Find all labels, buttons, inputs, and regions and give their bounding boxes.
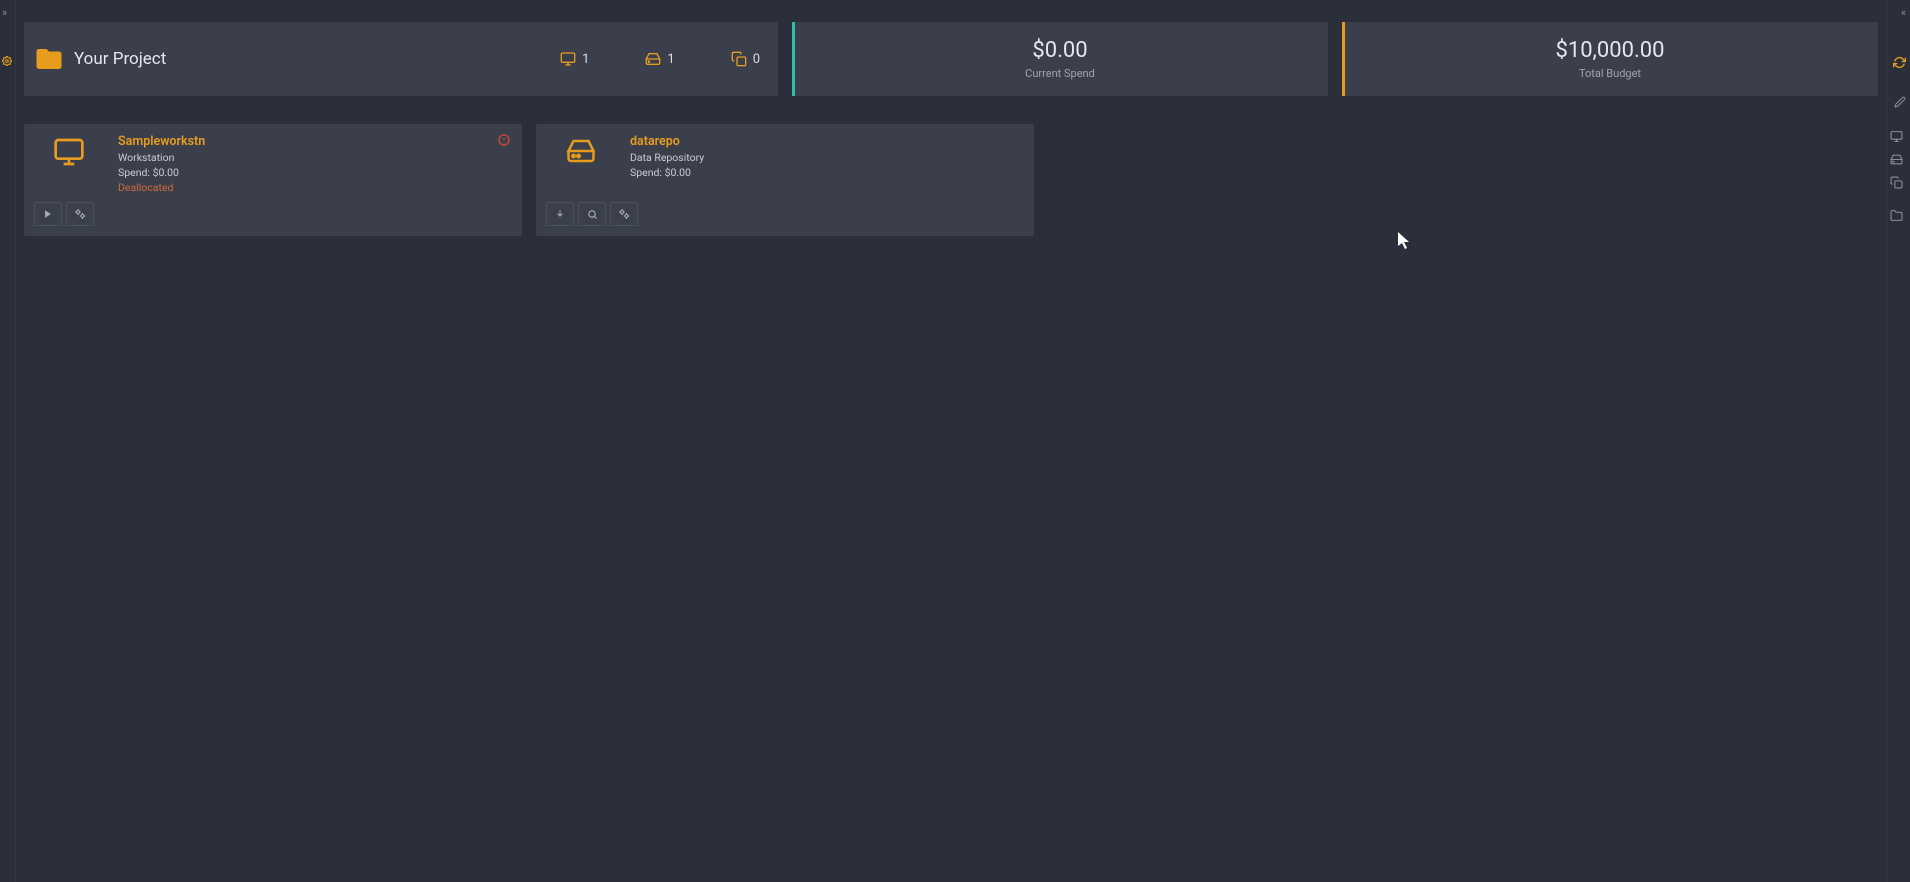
card-status: Deallocated — [118, 181, 508, 194]
play-icon — [43, 209, 53, 219]
clone-count: 0 — [731, 51, 760, 67]
clone-icon — [1890, 176, 1906, 189]
resource-cards-row: Sampleworkstn Workstation Spend: $0.00 D… — [16, 96, 1886, 236]
project-summary-panel: Your Project 1 1 — [24, 22, 778, 96]
start-button[interactable] — [34, 202, 62, 226]
current-spend-panel: $0.00 Current Spend — [792, 22, 1328, 96]
left-rail-settings-button[interactable] — [2, 56, 12, 66]
cogs-icon — [618, 208, 630, 220]
workstation-card: Sampleworkstn Workstation Spend: $0.00 D… — [24, 124, 522, 236]
add-workstation-button[interactable] — [1890, 130, 1906, 143]
gear-icon — [2, 56, 12, 66]
pencil-icon — [1894, 96, 1906, 108]
card-spend: Spend: $0.00 — [630, 166, 1020, 179]
main-content: Your Project 1 1 — [16, 0, 1886, 882]
drive-icon — [564, 136, 598, 166]
card-spend: Spend: $0.00 — [118, 166, 508, 179]
monitor-icon — [1890, 130, 1906, 143]
folder-open-button[interactable] — [1890, 209, 1906, 222]
refresh-icon — [1893, 56, 1906, 69]
card-icon — [546, 134, 616, 194]
expand-right-sidebar-button[interactable]: « — [1901, 6, 1906, 19]
drive-icon — [645, 51, 661, 67]
chevron-left-icon: « — [1901, 6, 1906, 19]
add-repo-button[interactable] — [1890, 153, 1906, 166]
monitor-icon — [560, 51, 576, 67]
search-icon — [587, 209, 598, 220]
card-type: Workstation — [118, 151, 508, 164]
card-title[interactable]: Sampleworkstn — [118, 134, 508, 149]
monitor-icon — [51, 136, 87, 168]
card-actions — [34, 202, 508, 226]
project-stats: 1 1 0 — [560, 51, 760, 67]
card-actions — [546, 202, 1020, 226]
refresh-button[interactable] — [1893, 56, 1906, 69]
project-title: Your Project — [74, 49, 166, 69]
chevron-right-icon: » — [2, 6, 7, 19]
drive-icon — [1890, 153, 1906, 166]
card-title[interactable]: datarepo — [630, 134, 1020, 149]
workstation-count: 1 — [560, 51, 589, 67]
right-sidebar-collapsed: « — [1886, 0, 1910, 882]
card-type: Data Repository — [630, 151, 1020, 164]
expand-left-sidebar-button[interactable]: » — [2, 6, 7, 19]
card-icon — [34, 134, 104, 194]
total-budget-label: Total Budget — [1579, 67, 1641, 80]
add-clone-button[interactable] — [1890, 176, 1906, 189]
current-spend-label: Current Spend — [1025, 67, 1095, 80]
total-budget-value: $10,000.00 — [1555, 38, 1664, 63]
top-summary-row: Your Project 1 1 — [16, 0, 1886, 96]
download-button[interactable] — [546, 202, 574, 226]
repo-count-value: 1 — [667, 52, 674, 67]
settings-button[interactable] — [66, 202, 94, 226]
clone-count-value: 0 — [753, 52, 760, 67]
edit-button[interactable] — [1894, 96, 1906, 108]
clone-icon — [731, 51, 747, 67]
folder-open-icon — [1890, 209, 1906, 222]
repo-count: 1 — [645, 51, 674, 67]
current-spend-value: $0.00 — [1032, 38, 1087, 63]
card-info: Sampleworkstn Workstation Spend: $0.00 D… — [118, 134, 508, 194]
download-icon — [555, 209, 565, 219]
cogs-icon — [74, 208, 86, 220]
total-budget-panel: $10,000.00 Total Budget — [1342, 22, 1878, 96]
folder-icon — [34, 46, 64, 72]
project-title-group: Your Project — [34, 46, 166, 72]
status-error-icon — [498, 134, 510, 146]
left-sidebar-collapsed: » — [0, 0, 16, 882]
search-button[interactable] — [578, 202, 606, 226]
data-repository-card: datarepo Data Repository Spend: $0.00 — [536, 124, 1034, 236]
workstation-count-value: 1 — [582, 52, 589, 67]
settings-button[interactable] — [610, 202, 638, 226]
card-info: datarepo Data Repository Spend: $0.00 — [630, 134, 1020, 194]
right-rail-icons — [1890, 130, 1906, 222]
